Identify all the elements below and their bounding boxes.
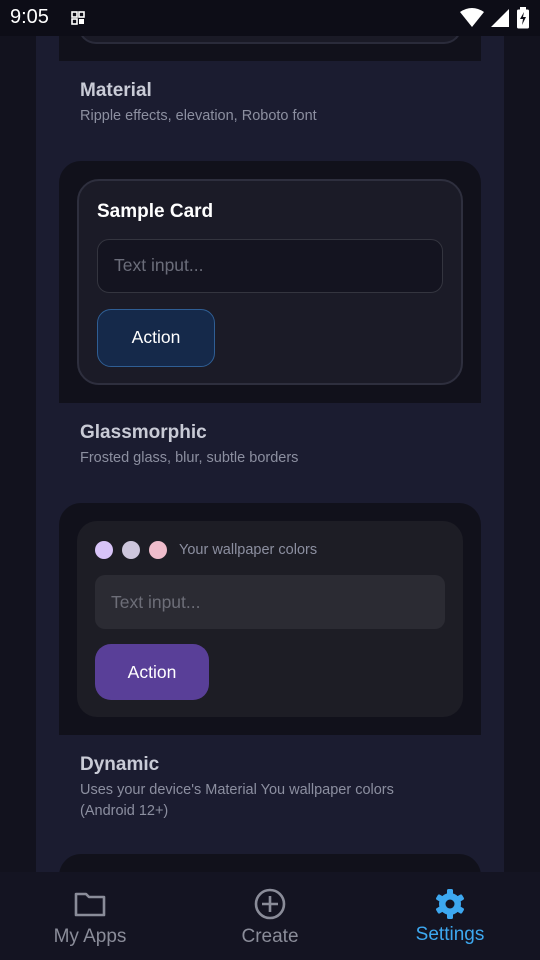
next-theme-preview[interactable] (59, 854, 481, 872)
theme-desc-material: Ripple effects, elevation, Roboto font (80, 108, 317, 124)
app-notification-icon (71, 11, 85, 25)
theme-desc-glassmorphic: Frosted glass, blur, subtle borders (80, 450, 299, 466)
status-bar: 9:05 (0, 0, 540, 36)
theme-title-dynamic: Dynamic (80, 754, 160, 775)
add-circle-icon (254, 888, 286, 920)
theme-title-material: Material (80, 80, 152, 101)
gear-icon (436, 889, 464, 919)
material-preview-card (78, 36, 462, 44)
nav-item-create[interactable]: Create (180, 872, 360, 960)
status-time: 9:05 (10, 6, 49, 28)
wallpaper-swatch (122, 541, 140, 559)
theme-title-glassmorphic: Glassmorphic (80, 422, 207, 443)
nav-item-settings[interactable]: Settings (360, 872, 540, 960)
nav-label-my-apps: My Apps (53, 926, 127, 947)
bottom-nav: My Apps Create Settings (0, 872, 540, 960)
sample-card: Sample Card Text input... Action (77, 179, 463, 385)
wifi-icon (460, 8, 484, 27)
wallpaper-colors-label: Your wallpaper colors (179, 542, 318, 558)
dynamic-action-button[interactable]: Action (95, 644, 209, 700)
signal-icon (491, 9, 509, 27)
nav-label-create: Create (241, 926, 299, 947)
nav-label-settings: Settings (415, 924, 485, 945)
theme-list[interactable]: Material Ripple effects, elevation, Robo… (0, 36, 540, 872)
battery-icon (517, 7, 529, 29)
wallpaper-swatch (95, 541, 113, 559)
status-icons (460, 6, 530, 30)
theme-desc-dynamic: Uses your device's Material You wallpape… (80, 782, 394, 819)
wallpaper-swatch (149, 541, 167, 559)
sample-text-input[interactable]: Text input... (97, 239, 443, 293)
dynamic-text-input[interactable]: Text input... (95, 575, 445, 629)
folder-icon (74, 892, 106, 917)
sample-card-title: Sample Card (97, 201, 214, 222)
nav-item-my-apps[interactable]: My Apps (0, 872, 180, 960)
sample-action-button[interactable]: Action (97, 309, 215, 367)
wallpaper-swatches (95, 541, 167, 559)
dynamic-sample-card: Your wallpaper colors Text input... Acti… (77, 521, 463, 717)
